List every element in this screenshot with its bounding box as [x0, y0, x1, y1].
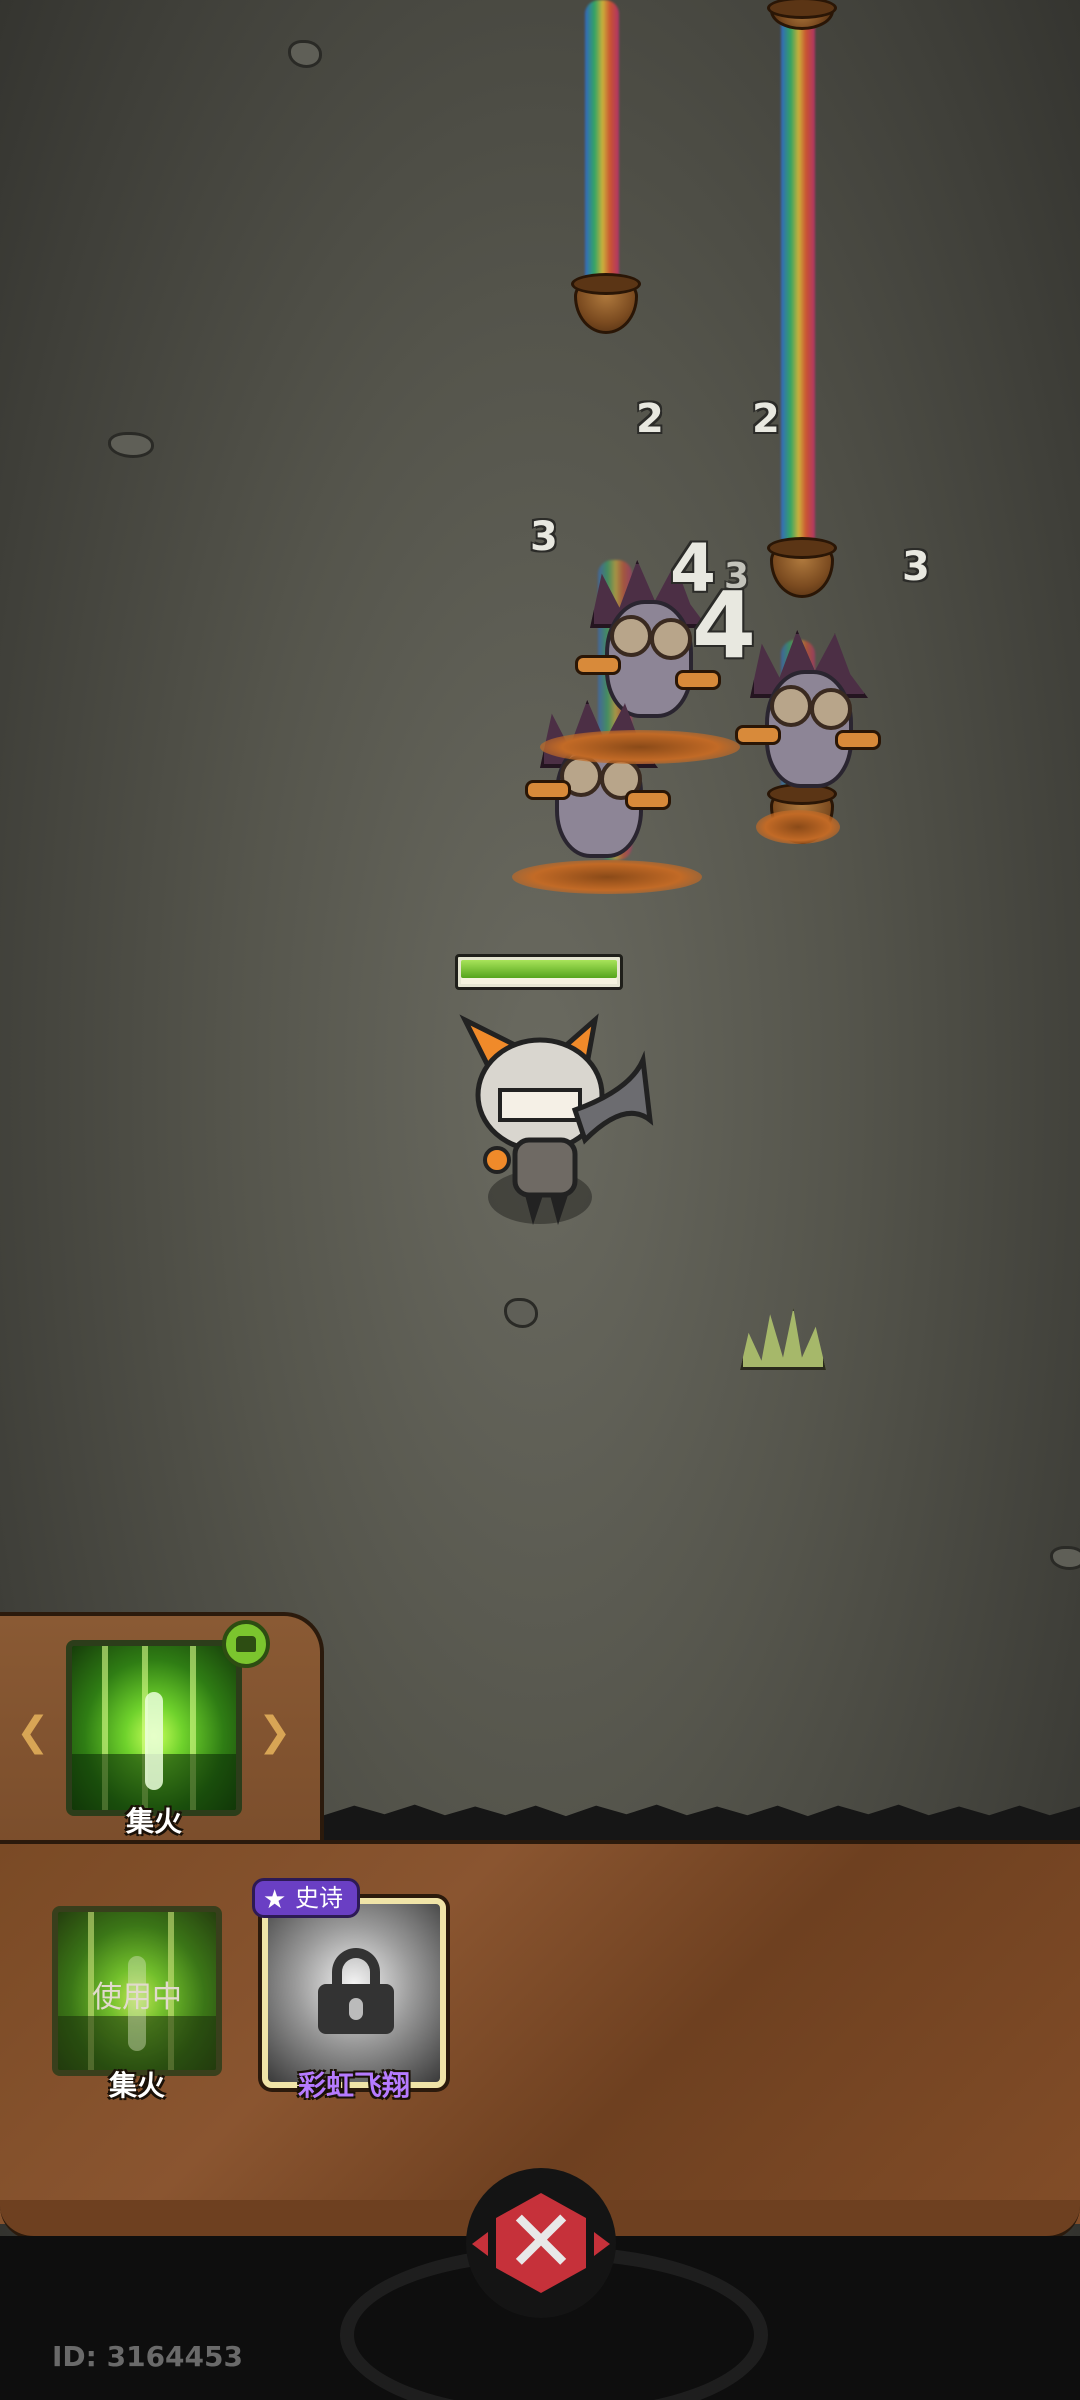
damage-number: 2 [752, 396, 780, 442]
damage-number: 3 [530, 514, 558, 560]
hero-health-bar [455, 954, 623, 990]
damage-number: 2 [636, 396, 664, 442]
user-id: ID: 3164453 [52, 2340, 243, 2373]
rock [504, 1298, 538, 1328]
fire-splash [512, 860, 702, 894]
battlefield: 2 2 3 3 4 3 4 [0, 0, 1080, 1840]
rainbow-beam-icon [585, 0, 619, 300]
hero-health-fill [461, 960, 617, 978]
rainbow-beam-icon [781, 0, 815, 550]
close-button[interactable]: ✕ [466, 2168, 616, 2318]
arrow-left-icon[interactable]: ❮ [16, 1712, 50, 1752]
active-skill-card[interactable] [66, 1640, 242, 1816]
hero-fox-archer [455, 1000, 655, 1230]
acorn-icon [767, 0, 837, 30]
fire-splash [540, 730, 740, 764]
rock [1050, 1546, 1080, 1570]
grass-tuft [740, 1308, 826, 1370]
fire-splash [756, 810, 840, 844]
equipped-skill-card[interactable]: 使用中 [52, 1906, 222, 2076]
game-screen: 2 2 3 3 4 3 4 ❮ ❯ 集火 使用中 集火 ★ 史诗 彩虹飞翔 ✕ … [0, 0, 1080, 2400]
arrow-right-icon[interactable]: ❯ [258, 1712, 292, 1752]
lock-icon [318, 1948, 394, 2034]
damage-number: 4 [692, 572, 757, 679]
rock [108, 432, 154, 458]
star-icon: ★ [263, 1885, 287, 1915]
rarity-label: 史诗 [295, 1884, 343, 1912]
enemy[interactable] [520, 700, 671, 870]
in-use-status: 使用中 [92, 1980, 182, 2016]
locked-skill-label: 彩虹飞翔 [297, 2069, 410, 2102]
equipped-skill-label: 集火 [108, 2069, 165, 2102]
rarity-badge: ★ 史诗 [252, 1878, 360, 1918]
rock [288, 40, 322, 68]
skill-badge-icon [222, 1620, 270, 1668]
close-x-icon: ✕ [504, 2192, 578, 2292]
damage-number: 3 [902, 544, 930, 590]
acorn-icon [767, 537, 837, 598]
acorn-icon [571, 273, 641, 334]
active-skill-label: 集火 [125, 1805, 182, 1838]
locked-skill-card[interactable] [262, 1898, 446, 2088]
